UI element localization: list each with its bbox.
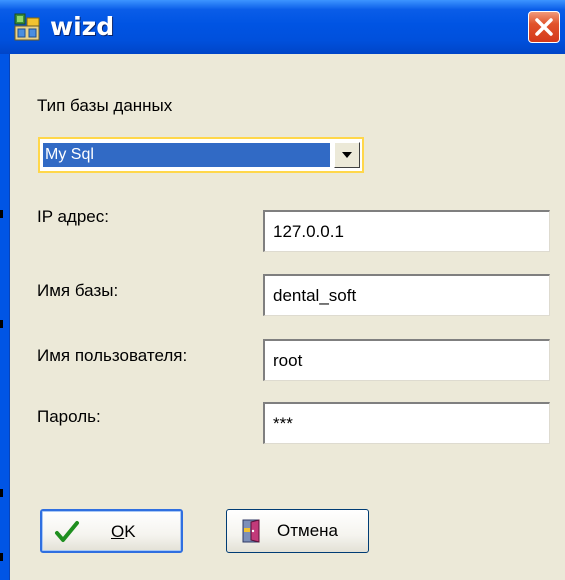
ok-button-label: OK xyxy=(111,522,136,542)
title-bar[interactable]: wizd xyxy=(0,0,565,54)
cancel-button-label: Отмена xyxy=(277,521,338,540)
edge-marker xyxy=(0,553,3,561)
db-type-selected-value: My Sql xyxy=(43,143,330,167)
door-exit-icon xyxy=(242,519,260,543)
username-label: Имя пользователя: xyxy=(37,346,188,365)
ip-address-field[interactable] xyxy=(263,210,550,252)
ok-label-rest: K xyxy=(124,522,136,541)
window-title: wizd xyxy=(50,12,115,41)
db-type-label: Тип базы данных xyxy=(37,96,173,115)
ip-address-label: IP адрес: xyxy=(37,207,109,226)
ok-button[interactable]: OK xyxy=(40,509,183,553)
ok-mnemonic: O xyxy=(111,522,125,541)
db-type-select[interactable]: My Sql xyxy=(38,137,364,173)
chevron-down-icon[interactable] xyxy=(334,142,360,168)
edge-marker xyxy=(0,210,3,218)
cancel-button[interactable]: Отмена xyxy=(226,509,369,553)
window-left-border xyxy=(0,54,10,580)
wizd-dialog: wizd Тип базы данных My Sql IP адрес: Им… xyxy=(0,0,565,580)
edge-marker xyxy=(0,489,3,497)
password-field[interactable] xyxy=(263,402,550,444)
edge-marker xyxy=(0,320,3,328)
password-label: Пароль: xyxy=(37,407,101,426)
checkmark-icon xyxy=(55,521,79,542)
dialog-body xyxy=(10,54,565,580)
app-icon xyxy=(14,13,40,41)
close-icon xyxy=(535,18,553,36)
close-button[interactable] xyxy=(528,11,560,43)
db-name-label: Имя базы: xyxy=(37,281,119,300)
db-name-field[interactable] xyxy=(263,274,550,316)
username-field[interactable] xyxy=(263,339,550,381)
